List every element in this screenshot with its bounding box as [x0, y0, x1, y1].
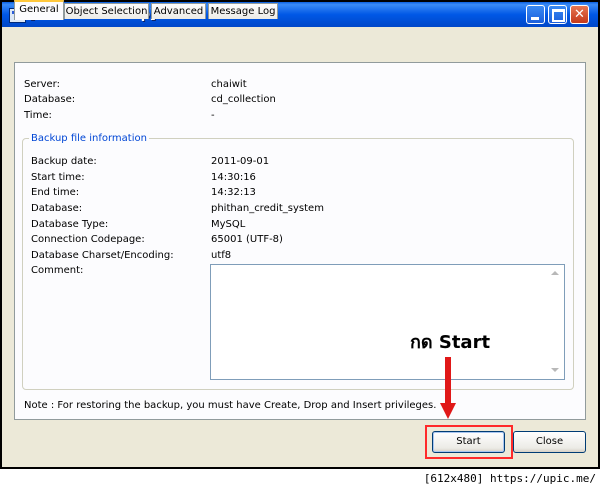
database-type-value: MySQL: [211, 219, 246, 230]
footer-watermark: [612x480] https://upic.me/: [423, 472, 596, 485]
comment-label: Comment:: [31, 265, 84, 276]
start-time-value: 14:30:16: [211, 172, 256, 183]
server-value: chaiwit: [211, 79, 247, 90]
arrow-down-icon: [440, 403, 456, 419]
start-highlight-box: [425, 425, 513, 459]
footer-bar: [612x480] https://upic.me/: [0, 469, 600, 489]
comment-textarea[interactable]: [210, 264, 565, 380]
minimize-icon: [531, 17, 539, 20]
end-time-value: 14:32:13: [211, 187, 256, 198]
backup-date-label: Backup date:: [31, 156, 97, 167]
charset-label: Database Charset/Encoding:: [31, 250, 174, 261]
tab-message-log[interactable]: Message Log: [208, 3, 278, 19]
time-label: Time:: [24, 110, 52, 121]
maximize-icon: [552, 9, 565, 22]
close-button[interactable]: Close: [513, 431, 586, 453]
backup-database-label: Database:: [31, 203, 83, 214]
connection-codepage-value: 65001 (UTF-8): [211, 234, 283, 245]
scroll-up-icon[interactable]: [548, 267, 562, 281]
backup-info-group-title: Backup file information: [29, 133, 149, 145]
tab-general[interactable]: General: [14, 0, 64, 20]
maximize-button[interactable]: [548, 5, 567, 24]
tab-object-selection[interactable]: Object Selection: [64, 3, 149, 19]
start-time-label: Start time:: [31, 172, 85, 183]
database-label: Database:: [24, 94, 76, 105]
annotation-arrow-shaft: [445, 357, 451, 405]
close-window-button[interactable]: ✕: [570, 5, 589, 24]
time-value: -: [211, 110, 215, 121]
minimize-button[interactable]: [526, 5, 545, 24]
database-type-label: Database Type:: [31, 219, 109, 230]
server-label: Server:: [24, 79, 60, 90]
scroll-down-icon[interactable]: [548, 363, 562, 377]
privileges-note: Note : For restoring the backup, you mus…: [24, 400, 437, 411]
tab-advanced[interactable]: Advanced: [151, 3, 206, 19]
backup-database-value: phithan_credit_system: [211, 203, 324, 214]
end-time-label: End time:: [31, 187, 80, 198]
connection-codepage-label: Connection Codepage:: [31, 234, 145, 245]
annotation-text: กด Start: [410, 332, 491, 353]
database-value: cd_collection: [211, 94, 276, 105]
close-icon: ✕: [574, 7, 585, 22]
charset-value: utf8: [211, 250, 232, 261]
backup-date-value: 2011-09-01: [211, 156, 270, 167]
